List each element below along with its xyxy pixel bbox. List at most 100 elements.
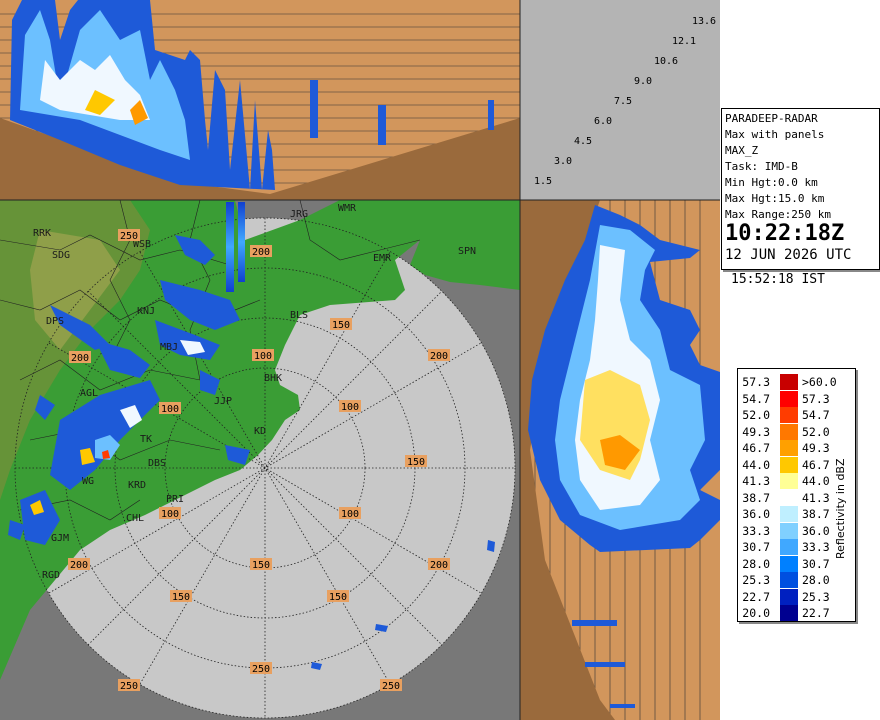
range-label: 200 [70, 560, 88, 571]
height-label: 7.5 [614, 96, 632, 107]
legend-swatch [780, 390, 798, 407]
range-label: 100 [254, 351, 272, 362]
height-label: 9.0 [634, 76, 652, 87]
place-label: AGL [80, 388, 98, 399]
legend-swatch [780, 522, 798, 539]
legend-swatch [780, 572, 798, 588]
legend-swatch [780, 423, 798, 440]
range-label: 150 [332, 320, 350, 331]
range-label: 200 [430, 351, 448, 362]
height-scale-panel: 13.6 12.1 10.6 9.0 7.5 6.0 4.5 3.0 1.5 [520, 0, 720, 200]
min-height: Min Hgt:0.0 km [725, 176, 818, 189]
range-label: 150 [172, 592, 190, 603]
legend-swatch [780, 473, 798, 489]
legend-row: 20.0 22.7 [738, 604, 848, 622]
place-label: DPS [46, 316, 64, 327]
legend-swatch [780, 539, 798, 555]
legend-high-value: 25.3 [802, 589, 830, 604]
legend-low-value: 30.7 [742, 540, 770, 554]
range-label: 100 [341, 509, 359, 520]
place-label: TK [140, 434, 152, 445]
range-label: 250 [120, 681, 138, 692]
legend-row: 54.7 57.3 [738, 390, 848, 408]
place-label: GJM [51, 533, 69, 544]
place-label: DBS [148, 458, 166, 469]
legend-row: 30.7 33.3 [738, 538, 848, 556]
legend-high-value: 28.0 [802, 573, 830, 587]
range-label: 150 [407, 457, 425, 468]
legend-high-value: 38.7 [802, 507, 830, 521]
height-label: 13.6 [692, 16, 716, 27]
legend-high-value: >60.0 [802, 375, 837, 389]
product-type: MAX_Z [725, 144, 759, 157]
legend-row: 28.0 30.7 [738, 555, 848, 573]
radar-product-display: 13.6 12.1 10.6 9.0 7.5 6.0 4.5 3.0 1.5 R… [0, 0, 880, 720]
legend-high-value: 22.7 [802, 606, 830, 620]
place-label: JJP [214, 396, 232, 407]
height-label: 10.6 [654, 56, 678, 67]
legend-high-value: 30.7 [802, 556, 830, 571]
place-label: BHK [264, 373, 282, 384]
place-label: SDG [52, 250, 70, 261]
place-label: WMR [338, 203, 357, 214]
legend-low-value: 20.0 [742, 606, 770, 620]
legend-low-value: 41.3 [742, 474, 770, 488]
place-label: RRK [33, 228, 51, 239]
legend-swatch [780, 588, 798, 605]
ist-time: 15:52:18 IST [731, 272, 825, 287]
legend-row: 38.7 41.3 [738, 489, 848, 507]
legend-swatch [780, 407, 798, 423]
place-label: PRI [166, 494, 184, 505]
legend-high-value: 41.3 [802, 490, 830, 505]
height-label: 4.5 [574, 136, 592, 147]
legend-swatch [780, 374, 798, 390]
legend-row: 25.3 28.0 [738, 571, 848, 589]
north-south-cross-section-panel [0, 0, 520, 200]
task-name: Task: IMD-B [725, 160, 798, 173]
legend-low-value: 22.7 [742, 589, 770, 604]
legend-high-value: 54.7 [802, 408, 830, 422]
height-label: 1.5 [534, 176, 552, 187]
place-label: SPN [458, 246, 476, 257]
place-label: MBJ [160, 342, 178, 353]
legend-row: 46.7 49.3 [738, 439, 848, 457]
range-label: 150 [252, 560, 270, 571]
utc-time: 10:22:18Z [725, 221, 845, 246]
radar-name: PARADEEP-RADAR [725, 112, 818, 125]
radar-info-panel: PARADEEP-RADAR Max with panels MAX_Z Tas… [721, 108, 880, 270]
place-label: WG [82, 476, 94, 487]
legend-swatch [780, 440, 798, 456]
legend-row: 49.3 52.0 [738, 423, 848, 441]
east-west-cross-section-panel [520, 200, 720, 720]
legend-high-value: 49.3 [802, 441, 830, 455]
product-name: Max with panels [725, 128, 825, 141]
legend-low-value: 54.7 [742, 391, 770, 406]
place-label: BLS [290, 310, 308, 321]
height-label: 12.1 [672, 36, 696, 47]
place-label: KD [254, 426, 266, 437]
legend-high-value: 44.0 [802, 474, 830, 488]
range-label: 100 [161, 509, 179, 520]
ppi-map-panel: RRK SDG WSB JRG WMR EMR SPN KNJ BLS DPS … [0, 200, 520, 720]
legend-low-value: 28.0 [742, 556, 770, 571]
place-label: KRD [128, 480, 146, 491]
height-label: 6.0 [594, 116, 612, 127]
range-label: 100 [161, 404, 179, 415]
legend-row: 52.0 54.7 [738, 406, 848, 424]
legend-low-value: 25.3 [742, 573, 770, 587]
range-label: 200 [252, 247, 270, 258]
place-label: EMR [373, 253, 392, 264]
legend-swatch [780, 489, 798, 506]
range-label: 250 [252, 664, 270, 675]
range-label: 100 [341, 402, 359, 413]
legend-low-value: 36.0 [742, 507, 770, 521]
legend-row: 33.3 36.0 [738, 522, 848, 540]
height-label: 3.0 [554, 156, 572, 167]
legend-swatch [780, 456, 798, 473]
place-label: JRG [290, 209, 308, 220]
range-label: 250 [382, 681, 400, 692]
legend-low-value: 52.0 [742, 408, 770, 422]
legend-low-value: 49.3 [742, 424, 770, 439]
legend-row: 44.0 46.7 [738, 456, 848, 474]
max-range: Max Range:250 km [725, 208, 831, 221]
